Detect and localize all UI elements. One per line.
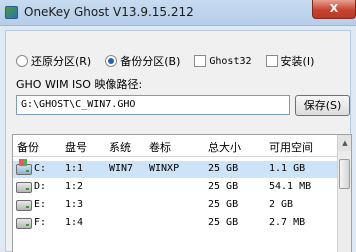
install-checkbox[interactable]	[265, 55, 278, 67]
vertical-scrollbar[interactable]: ▲	[337, 135, 351, 252]
column-header-system[interactable]: 系统	[109, 139, 131, 155]
scroll-up-arrow-icon[interactable]: ▲	[338, 135, 351, 151]
free-space: 2.7 MB	[269, 217, 306, 228]
drive-letter: F:	[34, 217, 47, 228]
partition-table: 备份 盘号 系统 卷标 总大小 可用空间 C: 1:1 WIN7 WINXP 2…	[12, 134, 352, 252]
title-bar: OneKey Ghost V13.9.15.212 X	[0, 0, 356, 26]
install-option[interactable]: 安装(I)	[265, 53, 315, 69]
disk-number: 1:2	[65, 181, 84, 192]
restore-radio[interactable]	[16, 55, 28, 67]
restore-option[interactable]: 还原分区(R)	[16, 53, 91, 69]
ghost32-label: Ghost32	[209, 55, 252, 67]
save-button[interactable]: 保存(S)	[295, 95, 350, 116]
image-path-input[interactable]: G:\GHOST\C_WIN7.GHO	[16, 95, 290, 115]
system-drive-icon	[16, 159, 32, 175]
drive-letter: D:	[34, 181, 47, 192]
backup-radio[interactable]	[105, 55, 118, 67]
mode-options: 还原分区(R) 备份分区(B) Ghost32 安装(I)	[16, 53, 314, 69]
table-header: 备份 盘号 系统 卷标 总大小 可用空间	[13, 135, 337, 157]
column-header-total-size[interactable]: 总大小	[208, 139, 241, 155]
total-size: 25 GB	[208, 181, 239, 192]
free-space: 54.1 MB	[269, 181, 312, 192]
close-button[interactable]: X	[312, 0, 356, 19]
backup-option[interactable]: 备份分区(B)	[105, 53, 180, 69]
total-size: 25 GB	[208, 163, 239, 174]
main-panel: 还原分区(R) 备份分区(B) Ghost32 安装(I) GHO WIM IS…	[5, 30, 352, 252]
install-label: 安装(I)	[280, 55, 315, 68]
system-name: WIN7	[109, 163, 134, 174]
restore-label: 还原分区(R)	[31, 55, 92, 68]
total-size: 25 GB	[208, 217, 239, 228]
scrollbar-thumb[interactable]	[339, 159, 350, 189]
table-row[interactable]: E: 1:3 25 GB 2 GB	[13, 197, 337, 214]
app-icon	[5, 6, 18, 19]
ghost32-checkbox[interactable]	[194, 55, 207, 67]
drive-icon	[16, 218, 32, 229]
table-row[interactable]: D: 1:2 25 GB 54.1 MB	[13, 179, 337, 196]
column-header-label[interactable]: 卷标	[149, 139, 171, 155]
column-header-free-space[interactable]: 可用空间	[269, 139, 313, 155]
total-size: 25 GB	[208, 199, 239, 210]
free-space: 2 GB	[269, 199, 294, 210]
disk-number: 1:1	[65, 163, 84, 174]
drive-letter: E:	[34, 199, 47, 210]
table-row[interactable]: C: 1:1 WIN7 WINXP 25 GB 1.1 GB	[13, 159, 337, 178]
disk-number: 1:4	[65, 217, 84, 228]
disk-number: 1:3	[65, 199, 84, 210]
image-path-label: GHO WIM ISO 映像路径:	[16, 78, 143, 91]
table-row[interactable]: F: 1:4 25 GB 2.7 MB	[13, 215, 337, 232]
column-header-disk-number[interactable]: 盘号	[65, 139, 87, 155]
drive-icon	[16, 182, 32, 193]
ghost32-option[interactable]: Ghost32	[194, 55, 252, 67]
column-header-backup[interactable]: 备份	[17, 139, 39, 155]
volume-label: WINXP	[149, 163, 180, 174]
drive-letter: C:	[34, 163, 47, 174]
backup-label: 备份分区(B)	[120, 55, 181, 68]
drive-icon	[16, 200, 32, 211]
window-title: OneKey Ghost V13.9.15.212	[24, 5, 194, 19]
free-space: 1.1 GB	[269, 163, 306, 174]
